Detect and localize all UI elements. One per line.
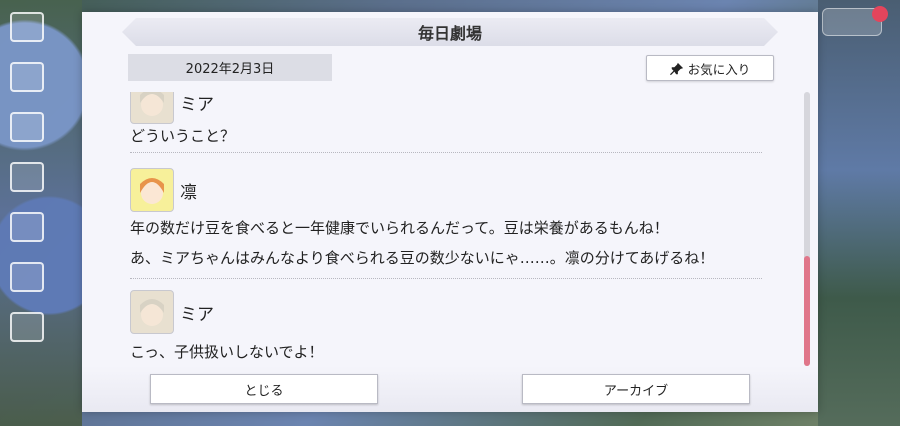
dialogue-entry: ミア こっ、子供扱いしないでよ！ — [130, 290, 772, 364]
background-right — [818, 0, 900, 426]
scroll-thumb[interactable] — [804, 256, 810, 366]
archive-button[interactable]: アーカイブ — [522, 374, 750, 404]
gift-icon[interactable] — [10, 162, 44, 192]
speaker-row: ミア — [130, 290, 772, 334]
chat-icon[interactable] — [10, 62, 44, 92]
dialogue-line: あ、ミアちゃんはみんなより食べられる豆の数少ないにゃ……。凛の分けてあげるね！ — [130, 249, 715, 267]
pin-icon — [669, 62, 683, 76]
speaker-row: ミア — [130, 92, 772, 124]
daily-theater-dialog: 毎日劇場 2022年2月3日 お気に入り ミア どういうこと？ 凛 年の数だけ豆… — [82, 12, 818, 412]
date-label: 2022年2月3日 — [128, 54, 332, 81]
dialog-title: 毎日劇場 — [122, 18, 778, 46]
avatar-mia — [130, 290, 174, 334]
scrollbar[interactable] — [804, 92, 810, 366]
divider — [130, 152, 762, 153]
dialogue-entry: 凛 年の数だけ豆を食べると一年健康でいられるんだって。豆は栄養があるもんね！ あ… — [130, 168, 772, 270]
avatar-rin — [130, 168, 174, 212]
avatar-mia — [130, 92, 174, 124]
settings-icon[interactable] — [10, 262, 44, 292]
speaker-name: ミア — [180, 94, 214, 115]
dialogue-line: 年の数だけ豆を食べると一年健康でいられるんだって。豆は栄養があるもんね！ — [130, 219, 669, 237]
favorite-button[interactable]: お気に入り — [646, 55, 774, 81]
theater-icon[interactable] — [10, 212, 44, 242]
dialogue-line: こっ、子供扱いしないでよ！ — [130, 343, 324, 361]
dialogue-scroll-area[interactable]: ミア どういうこと？ 凛 年の数だけ豆を食べると一年健康でいられるんだって。豆は… — [122, 92, 772, 370]
divider — [130, 278, 762, 279]
dialogue-entry: ミア どういうこと？ — [130, 92, 772, 148]
speaker-name: ミア — [180, 304, 214, 325]
close-button[interactable]: とじる — [150, 374, 378, 404]
speaker-name: 凛 — [180, 182, 197, 203]
dialogue-line: どういうこと？ — [130, 127, 236, 145]
favorite-label: お気に入り — [687, 61, 751, 77]
fullscreen-icon[interactable] — [10, 312, 44, 342]
speaker-row: 凛 — [130, 168, 772, 212]
menu-icon[interactable] — [10, 12, 44, 42]
shop-icon[interactable] — [10, 112, 44, 142]
plus-icon[interactable] — [872, 6, 888, 22]
